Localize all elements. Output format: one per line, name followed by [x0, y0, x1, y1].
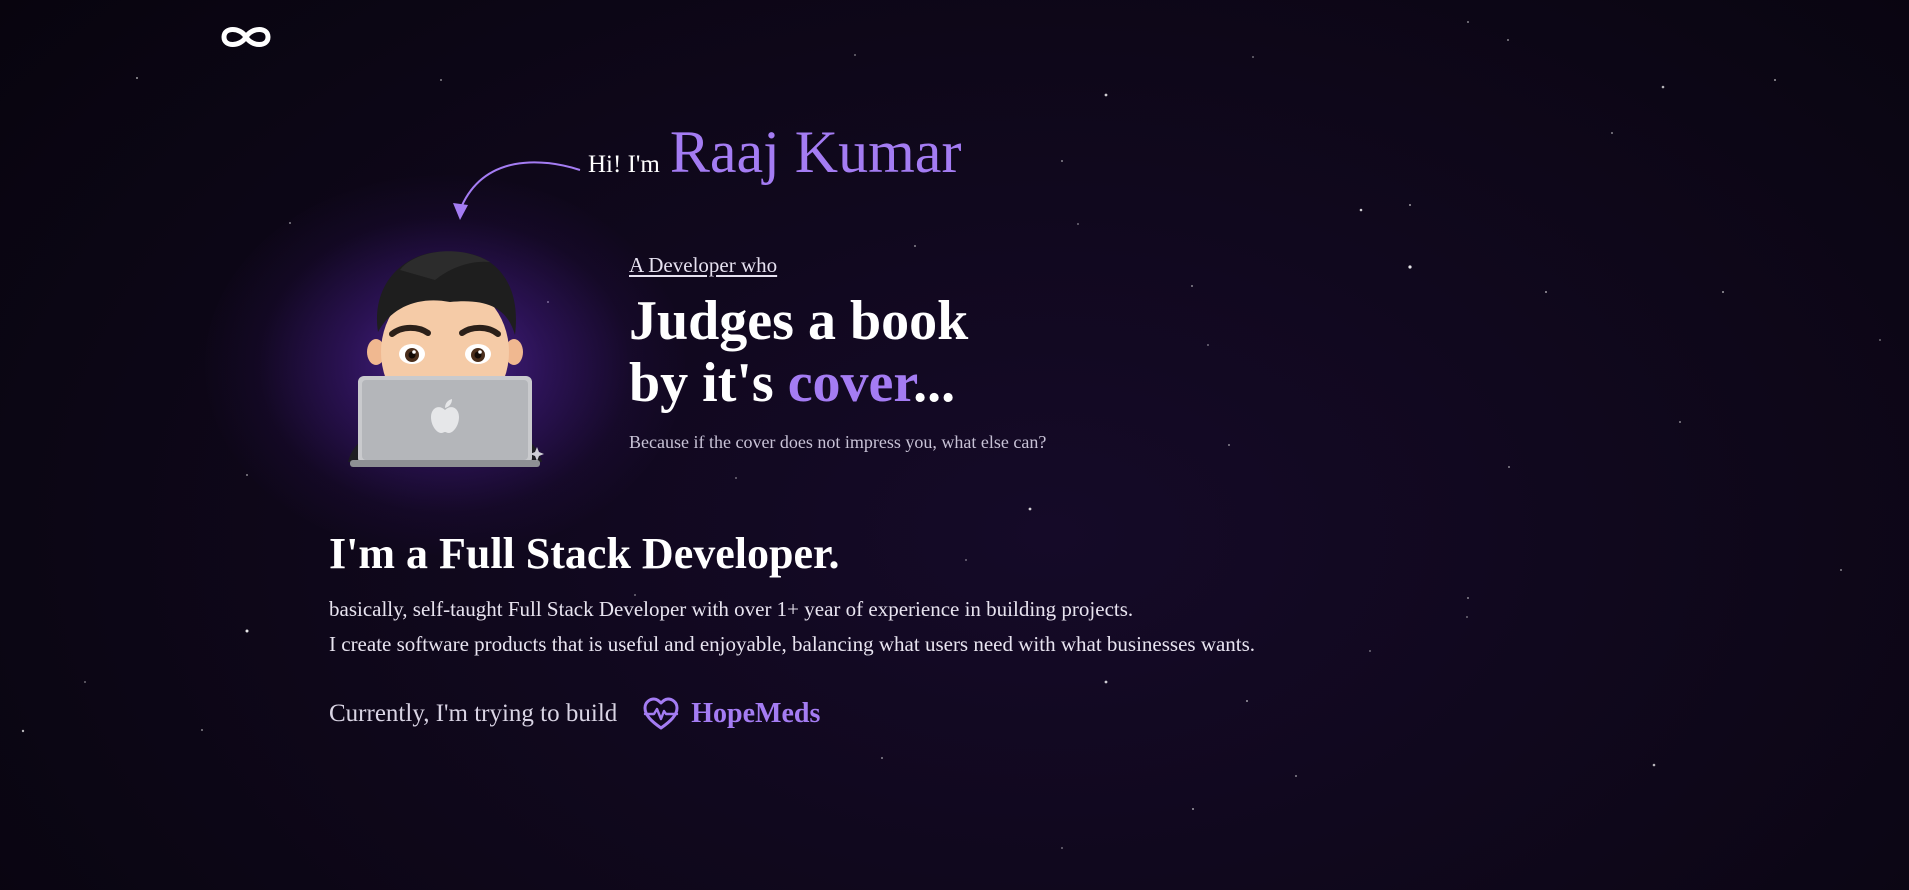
- headline-line-2-end: ...: [913, 352, 956, 414]
- headline-accent-word: cover: [787, 352, 914, 414]
- heart-pulse-icon: [643, 697, 679, 730]
- about-line-2: I create software products that is usefu…: [329, 632, 1256, 656]
- infinity-icon: [221, 27, 271, 47]
- project-link-hopemeds[interactable]: HopeMeds: [691, 698, 820, 730]
- current-project: Currently, I'm trying to build HopeMeds: [329, 696, 820, 732]
- curved-arrow-icon: [453, 161, 581, 220]
- about-title: I'm a Full Stack Developer.: [329, 529, 840, 578]
- headline-line-2-start: by it's: [629, 352, 788, 414]
- headline-line-2: by it's cover...: [629, 352, 968, 414]
- hero-headline: Judges a book by it's cover...: [629, 290, 968, 414]
- logo[interactable]: [218, 20, 274, 54]
- greeting: Hi! I'm Raaj Kumar: [588, 118, 961, 187]
- building-prefix: Currently, I'm trying to build: [329, 700, 618, 727]
- about-description: basically, self-taught Full Stack Develo…: [329, 592, 1255, 662]
- tagline-intro[interactable]: A Developer who: [629, 253, 777, 278]
- hero-subline: Because if the cover does not impress yo…: [629, 432, 1047, 452]
- hero-name: Raaj Kumar: [669, 119, 962, 185]
- about-line-1: basically, self-taught Full Stack Develo…: [329, 597, 1134, 621]
- headline-line-1: Judges a book: [629, 290, 969, 352]
- greeting-prefix: Hi! I'm: [588, 151, 660, 178]
- memoji-avatar: [348, 251, 544, 467]
